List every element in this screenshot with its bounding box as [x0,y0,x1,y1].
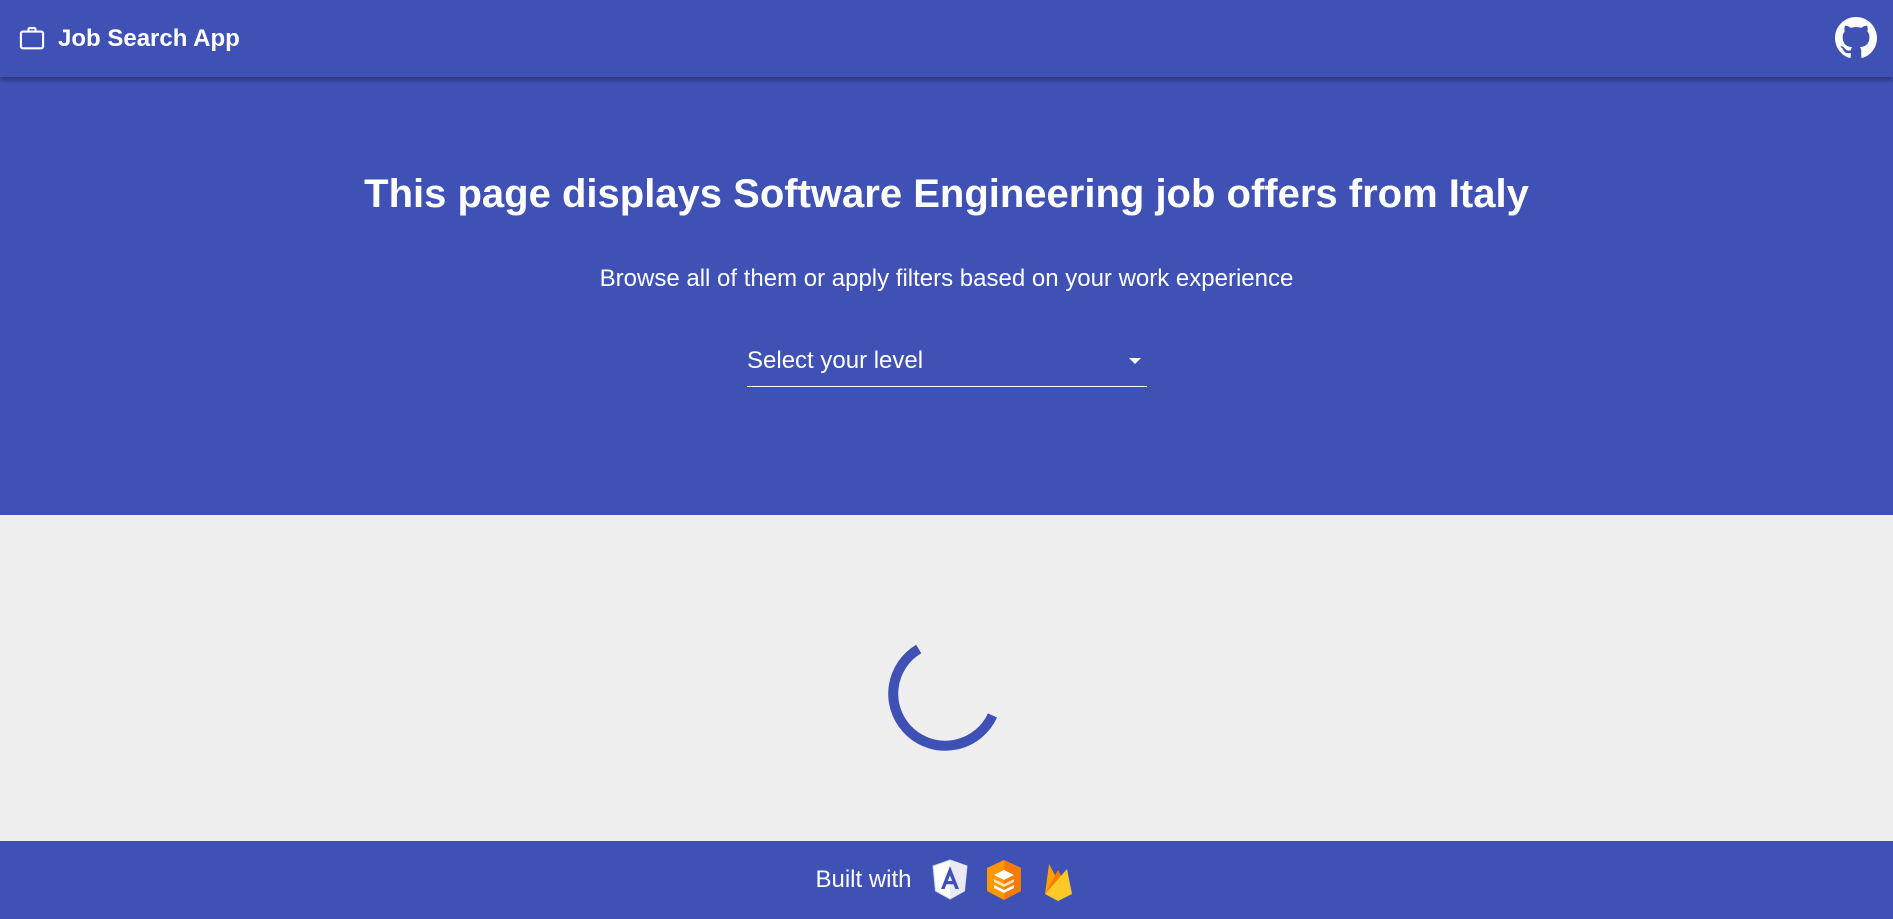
app-title: Job Search App [58,24,240,52]
job-list-area [0,515,1893,841]
angular-material-link[interactable] [984,858,1024,902]
level-select-placeholder: Select your level [747,347,924,374]
top-toolbar: Job Search App [0,0,1893,77]
angular-link[interactable] [930,858,970,902]
level-select[interactable]: Select your level [747,339,1147,387]
github-icon [1835,17,1877,59]
built-with-label: Built with [815,866,912,893]
page-subtitle: Browse all of them or apply filters base… [599,265,1294,292]
angular-material-icon [984,858,1024,902]
page-title: This page displays Software Engineering … [364,172,1529,216]
angular-icon [930,858,970,902]
firebase-icon [1038,858,1078,902]
footer: Built with [0,841,1893,919]
hero-section: This page displays Software Engineering … [0,77,1893,515]
loading-spinner [878,627,1012,761]
chevron-down-icon [1129,358,1141,364]
github-link[interactable] [1835,17,1877,59]
briefcase-icon [18,25,46,53]
firebase-link[interactable] [1038,858,1078,902]
brand[interactable]: Job Search App [18,25,240,53]
